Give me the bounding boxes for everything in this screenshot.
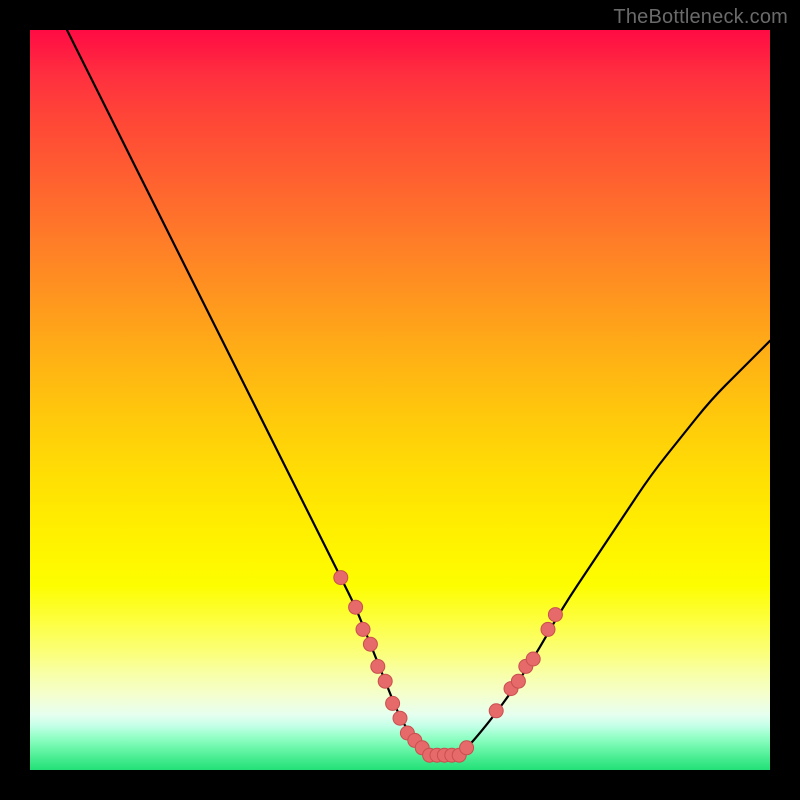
curve-marker	[548, 608, 562, 622]
chart-frame: TheBottleneck.com	[0, 0, 800, 800]
curve-marker	[541, 622, 555, 636]
bottleneck-curve	[67, 30, 770, 755]
curve-marker	[334, 571, 348, 585]
curve-marker	[511, 674, 525, 688]
curve-marker	[386, 696, 400, 710]
plot-area	[30, 30, 770, 770]
curve-marker	[356, 622, 370, 636]
curve-marker	[363, 637, 377, 651]
curve-marker	[371, 659, 385, 673]
watermark-text: TheBottleneck.com	[613, 6, 788, 29]
curve-marker	[489, 704, 503, 718]
curve-marker	[393, 711, 407, 725]
curve-layer	[30, 30, 770, 770]
curve-markers	[334, 571, 563, 763]
curve-marker	[460, 741, 474, 755]
curve-marker	[378, 674, 392, 688]
curve-marker	[349, 600, 363, 614]
curve-marker	[526, 652, 540, 666]
